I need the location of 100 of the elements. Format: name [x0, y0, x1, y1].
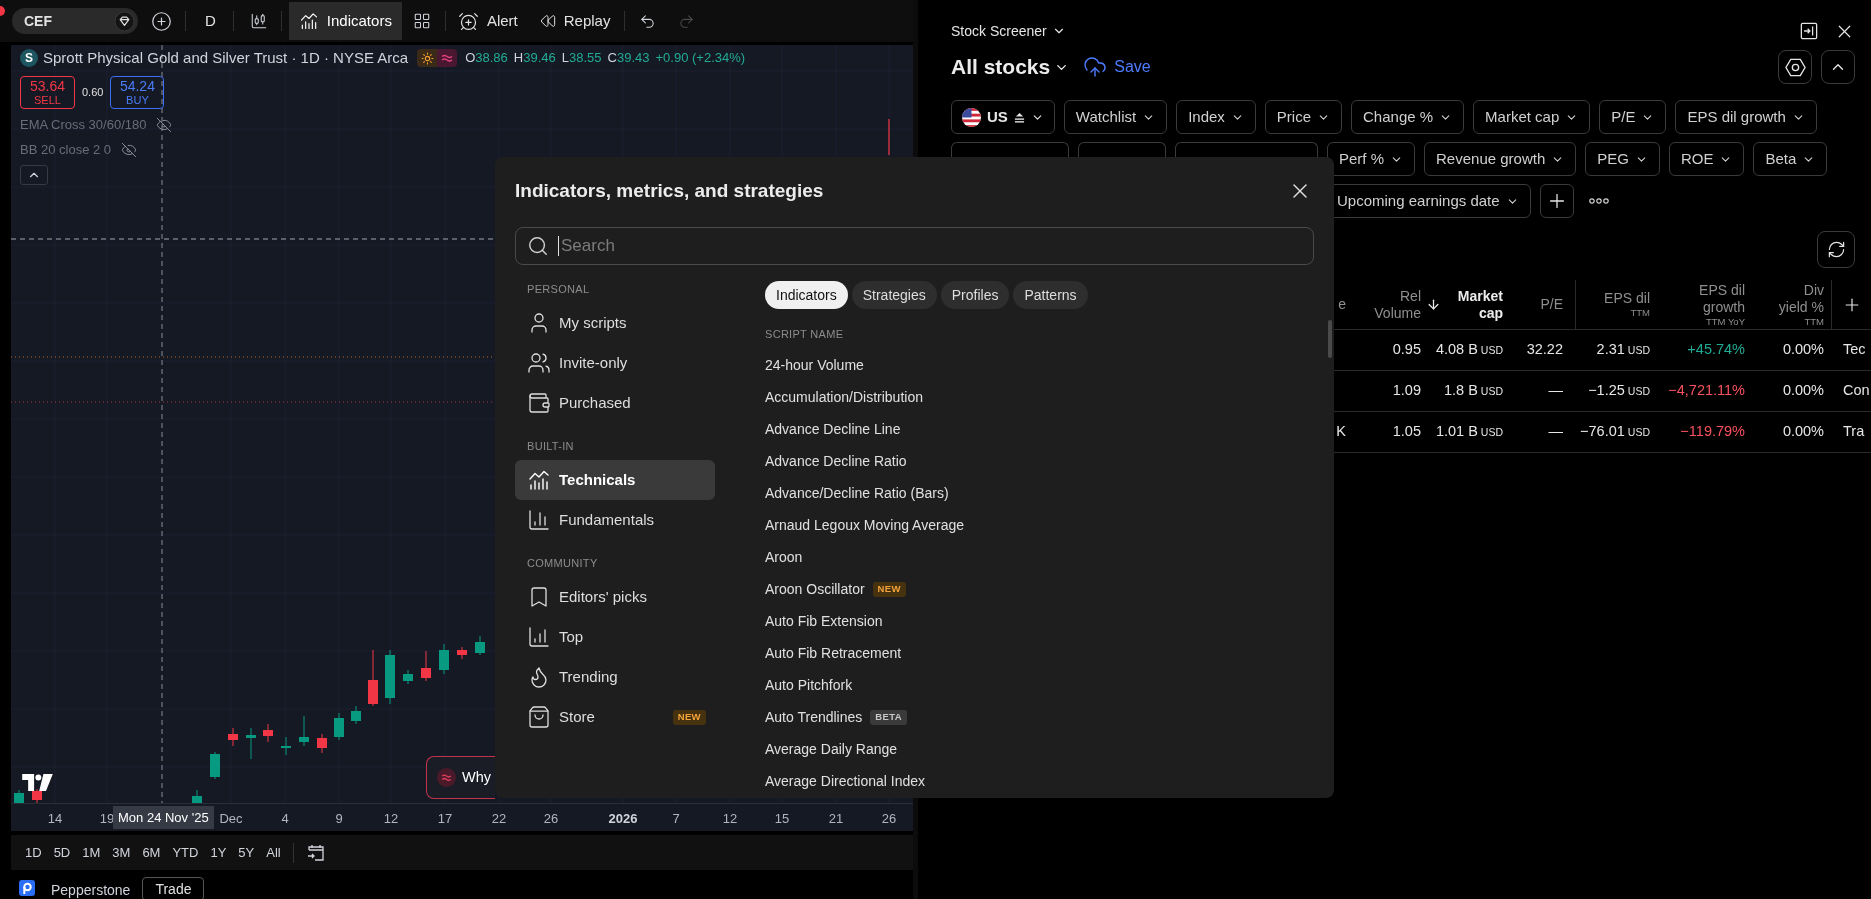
ohlc-value: C39.43: [607, 49, 650, 68]
eye-off-icon[interactable]: [121, 142, 138, 158]
filter-dropdown[interactable]: P/E: [1599, 100, 1667, 134]
eye-off-icon[interactable]: [156, 117, 173, 133]
filter-dropdown[interactable]: Beta: [1753, 142, 1828, 176]
column-header[interactable]: Div yield % TTM: [1774, 281, 1824, 328]
broker-logo-icon: [19, 880, 35, 896]
column-header[interactable]: Rel Volume: [1361, 287, 1421, 322]
script-list-item[interactable]: Average Daily Range: [765, 738, 898, 760]
script-list-item[interactable]: Average Directional Index: [765, 770, 926, 792]
script-list-item[interactable]: Advance Decline Line: [765, 418, 901, 440]
collapse-legend-button[interactable]: [20, 165, 48, 185]
column-header[interactable]: Market cap: [1426, 287, 1503, 322]
undo-icon[interactable]: [639, 12, 657, 30]
why-button[interactable]: Why: [426, 756, 495, 799]
range-button[interactable]: 5D: [47, 842, 77, 863]
ohlc-value: L38.55: [561, 49, 602, 68]
range-button[interactable]: YTD: [166, 842, 205, 863]
sell-button[interactable]: 53.64 SELL: [20, 76, 75, 109]
filter-tab[interactable]: Patterns: [1013, 281, 1088, 309]
status-tag: NEW: [872, 581, 906, 597]
script-list-item[interactable]: Advance/Decline Ratio (Bars): [765, 482, 949, 504]
nav-item[interactable]: Invite-only: [515, 343, 715, 383]
refresh-button[interactable]: [1817, 231, 1855, 268]
buy-button[interactable]: 54.24 BUY: [110, 76, 165, 109]
range-button[interactable]: 6M: [136, 842, 167, 863]
symbol-search-field[interactable]: CEF: [12, 8, 138, 34]
candlestick-icon[interactable]: [249, 12, 268, 30]
nav-item[interactable]: Top: [515, 617, 715, 657]
script-list-item[interactable]: Auto Trendlines: [765, 706, 863, 728]
table-cell-text: 1.09: [1392, 381, 1421, 401]
interval-button[interactable]: D: [203, 9, 218, 33]
column-header[interactable]: P/E: [1540, 296, 1563, 313]
table-cell-text: −4,721.11%: [1668, 381, 1745, 401]
table-cell-text: 32.22: [1526, 340, 1563, 360]
candle-wick: [888, 118, 890, 156]
market-filter-dropdown[interactable]: US: [951, 100, 1055, 134]
screener-menu-button[interactable]: Stock Screener: [951, 20, 1066, 42]
nav-item[interactable]: Purchased: [515, 383, 715, 423]
alert-button[interactable]: Alert: [457, 9, 518, 33]
nav-item[interactable]: Trending: [515, 657, 715, 697]
scrollbar-thumb[interactable]: [1328, 320, 1332, 358]
indicators-button[interactable]: Indicators: [288, 2, 402, 40]
range-button[interactable]: 1D: [19, 842, 48, 863]
nav-item[interactable]: Store NEW: [515, 697, 715, 737]
settings-button[interactable]: [1778, 50, 1812, 84]
column-header[interactable]: EPS dil growth TTM YoY: [1685, 281, 1745, 328]
table-cell-text: Con: [1843, 381, 1870, 401]
section-heading: BUILT-IN: [527, 438, 574, 454]
logo-icon: [22, 774, 53, 791]
grid-icon[interactable]: [412, 12, 431, 30]
calendar-arrow-icon[interactable]: [305, 842, 326, 863]
replay-button[interactable]: Replay: [539, 9, 611, 33]
script-list-item[interactable]: Accumulation/Distribution: [765, 386, 923, 408]
nav-item[interactable]: My scripts: [515, 303, 715, 343]
filter-dropdown[interactable]: Market cap: [1473, 100, 1591, 134]
column-header[interactable]: EPS dil TTM: [1604, 290, 1650, 319]
table-cell-text: Tec: [1843, 340, 1866, 360]
script-list-item[interactable]: 24-hour Volume: [765, 354, 864, 376]
filter-dropdown[interactable]: Price: [1264, 100, 1343, 134]
table-cell-text: +45.74%: [1687, 340, 1745, 360]
spread-value: 0.60: [82, 85, 104, 101]
nav-item[interactable]: Fundamentals: [515, 500, 715, 540]
range-button[interactable]: 3M: [106, 842, 137, 863]
range-button[interactable]: All: [260, 842, 287, 863]
script-list-item[interactable]: Aroon Oscillator: [765, 578, 865, 600]
more-icon[interactable]: [1588, 198, 1609, 204]
filter-tab[interactable]: Profiles: [940, 281, 1010, 309]
filter-tab[interactable]: Strategies: [851, 281, 937, 309]
script-list-item[interactable]: Auto Fib Extension: [765, 610, 883, 632]
filter-dropdown[interactable]: Change %: [1351, 100, 1465, 134]
filter-dropdown[interactable]: EPS dil growth: [1675, 100, 1817, 134]
filter-dropdown[interactable]: PEG: [1585, 142, 1660, 176]
rewind-icon: [539, 13, 556, 29]
script-list-item[interactable]: Arnaud Legoux Moving Average: [765, 514, 964, 536]
script-list-item[interactable]: Auto Fib Retracement: [765, 642, 902, 664]
range-button[interactable]: 1M: [76, 842, 107, 863]
filter-dropdown[interactable]: Watchlist: [1063, 100, 1168, 134]
table-cell-text: −119.79%: [1680, 422, 1745, 442]
nav-item[interactable]: Technicals: [515, 460, 715, 500]
text-cursor: [558, 236, 559, 256]
range-button[interactable]: 5Y: [232, 842, 261, 863]
add-filter-button[interactable]: [1539, 184, 1574, 218]
script-list-item[interactable]: Auto Pitchfork: [765, 674, 853, 696]
list-selector-button[interactable]: All stocks: [951, 51, 1070, 83]
script-list-item[interactable]: Aroon: [765, 546, 803, 568]
price-change: +0.90 (+2.34%): [655, 49, 746, 68]
filter-dropdown[interactable]: Index: [1176, 100, 1256, 134]
save-button[interactable]: Save: [1083, 55, 1151, 79]
triangle-lines-icon: [1013, 111, 1025, 123]
search-field[interactable]: Search: [515, 227, 1314, 265]
range-button[interactable]: 1Y: [204, 842, 233, 863]
time-axis-label: 17: [437, 810, 453, 828]
script-list-item[interactable]: Advance Decline Ratio: [765, 450, 907, 472]
filter-dropdown[interactable]: Revenue growth: [1424, 142, 1577, 176]
filter-dropdown[interactable]: ROE: [1668, 142, 1745, 176]
nav-item[interactable]: Editors' picks: [515, 577, 715, 617]
filter-tab[interactable]: Indicators: [765, 281, 848, 309]
add-symbol-icon[interactable]: [151, 10, 172, 32]
trade-button[interactable]: Trade: [142, 877, 205, 899]
